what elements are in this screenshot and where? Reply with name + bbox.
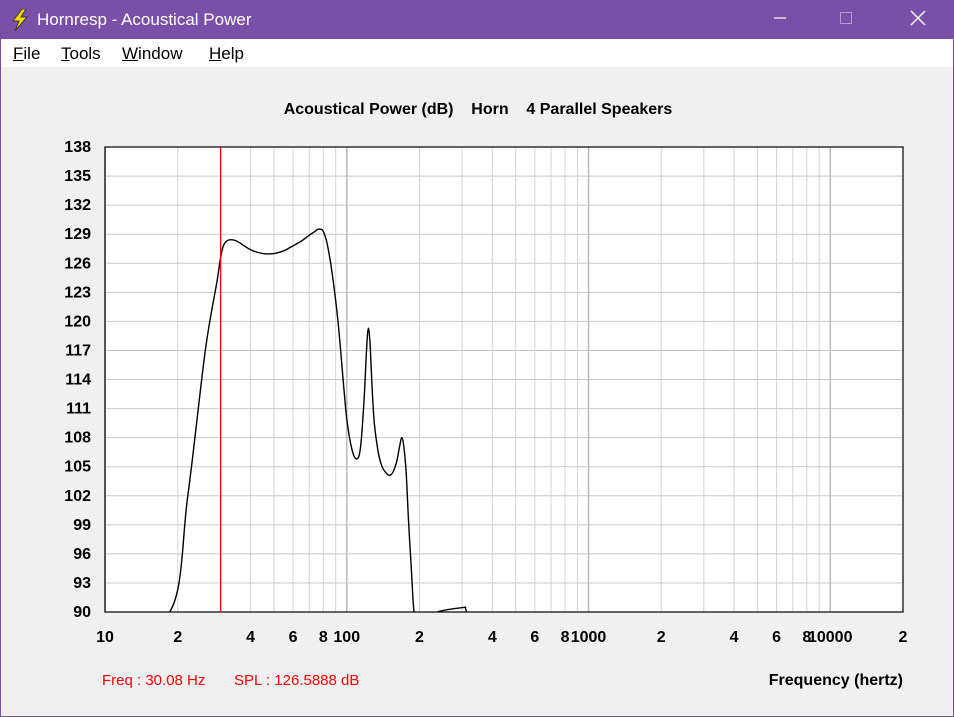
menu-window-accel: W <box>122 44 139 63</box>
menu-help-rest: elp <box>221 44 244 63</box>
y-tick-label: 129 <box>64 226 91 243</box>
title-bar[interactable]: Hornresp - Acoustical Power <box>1 1 953 39</box>
y-tick-label: 96 <box>73 546 91 563</box>
lightning-icon[interactable] <box>10 8 30 32</box>
x-tick-label: 4 <box>246 629 255 646</box>
x-tick-label: 1000 <box>571 629 607 646</box>
x-tick-label: 10000 <box>808 629 853 646</box>
minimize-icon <box>773 11 787 30</box>
chart-area: Acoustical Power (dB) Horn 4 Parallel Sp… <box>1 67 953 716</box>
window-title: Hornresp - Acoustical Power <box>37 10 252 29</box>
menu-tools-accel: T <box>61 44 70 63</box>
menu-window-rest: indow <box>138 44 183 63</box>
y-tick-label: 126 <box>64 255 91 272</box>
x-tick-label: 4 <box>488 629 497 646</box>
x-tick-label: 2 <box>415 629 424 646</box>
y-tick-label: 93 <box>73 575 91 592</box>
y-tick-label: 111 <box>66 401 91 418</box>
y-axis-ticks: 138 135 132 129 126 123 120 117 114 111 108 105 102 9… <box>64 139 91 621</box>
menu-tools[interactable]: Tools <box>61 44 101 64</box>
y-tick-label: 132 <box>64 197 91 214</box>
menu-window[interactable]: Window <box>122 44 182 64</box>
app-window: Hornresp - Acoustical Power File Tools W… <box>0 0 954 717</box>
y-tick-label: 108 <box>64 430 91 447</box>
menu-file-rest: ile <box>23 44 41 63</box>
menu-help-accel: H <box>209 44 222 63</box>
minimize-button[interactable] <box>757 1 803 39</box>
x-tick-label: 2 <box>899 629 908 646</box>
y-tick-label: 120 <box>64 313 91 330</box>
menu-file-accel: F <box>13 44 24 63</box>
y-tick-label: 114 <box>65 372 91 389</box>
y-tick-label: 99 <box>73 517 91 534</box>
y-tick-label: 138 <box>64 139 91 156</box>
y-tick-label: 105 <box>64 459 91 476</box>
maximize-icon <box>839 11 853 30</box>
x-tick-label: 8 <box>319 629 328 646</box>
y-tick-label: 135 <box>64 168 91 185</box>
x-tick-label: 10 <box>96 629 114 646</box>
x-axis-label: Frequency (hertz) <box>769 672 903 689</box>
x-tick-label: 2 <box>173 629 182 646</box>
x-tick-label: 100 <box>333 629 360 646</box>
x-tick-label: 6 <box>289 629 298 646</box>
close-icon <box>910 10 926 31</box>
power-chart[interactable]: Acoustical Power (dB) Horn 4 Parallel Sp… <box>1 67 953 716</box>
menu-tools-rest: ools <box>69 44 101 63</box>
close-button[interactable] <box>895 1 941 39</box>
menu-bar: File Tools Window Help <box>1 39 953 67</box>
x-tick-label: 6 <box>772 629 781 646</box>
x-tick-label: 2 <box>657 629 666 646</box>
menu-help[interactable]: Help <box>209 44 244 64</box>
y-tick-label: 102 <box>64 488 91 505</box>
y-tick-label: 117 <box>65 342 91 359</box>
y-tick-label: 123 <box>64 284 91 301</box>
freq-readout: Freq : 30.08 Hz <box>102 672 205 689</box>
menu-file[interactable]: File <box>13 44 40 64</box>
x-axis-ticks: 10 2 4 6 8 100 2 4 6 8 1000 2 4 6 810000 2 <box>96 629 907 646</box>
y-tick-label: 90 <box>73 604 91 621</box>
chart-title: Acoustical Power (dB) Horn 4 Parallel Sp… <box>284 101 673 118</box>
maximize-button[interactable] <box>823 1 869 39</box>
x-tick-label: 6 <box>530 629 539 646</box>
x-tick-label: 4 <box>730 629 739 646</box>
spl-readout: SPL : 126.5888 dB <box>234 672 359 689</box>
x-tick-label: 8 <box>561 629 570 646</box>
